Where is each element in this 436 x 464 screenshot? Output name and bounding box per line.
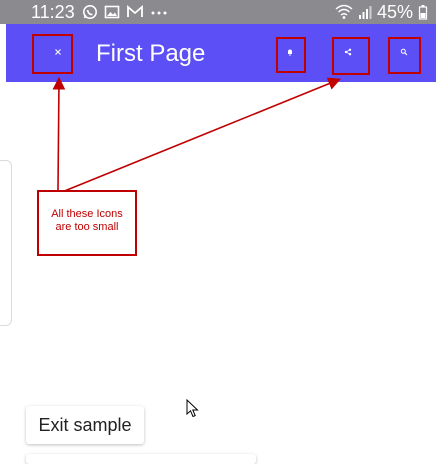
- signal-icon: [358, 6, 372, 19]
- page-title: First Page: [96, 40, 206, 67]
- annotation-callout: All these Icons are too small: [37, 190, 137, 256]
- status-system-icons: 45%: [335, 1, 428, 23]
- arrow-to-close-icon: [52, 76, 66, 191]
- arrow-to-share-icon: [61, 77, 341, 193]
- battery-percentage: 45%: [376, 2, 413, 22]
- bottom-button-partial[interactable]: [26, 454, 256, 464]
- status-bar: 11:23 45%: [0, 0, 436, 24]
- wifi-icon: [335, 4, 353, 19]
- more-dots-icon: [151, 11, 167, 15]
- status-notification-icons: [82, 3, 168, 21]
- exit-sample-button[interactable]: Exit sample: [26, 406, 144, 444]
- annotation-line-1: All these Icons: [51, 208, 123, 220]
- highlight-box-close-icon: [32, 34, 73, 74]
- highlight-box-share-icon: [332, 37, 370, 75]
- battery-icon: [418, 5, 428, 20]
- whatsapp-icon: [83, 5, 97, 19]
- gmail-icon: [127, 5, 143, 17]
- annotation-line-2: are too small: [55, 221, 119, 233]
- highlight-box-bell-icon: [276, 37, 306, 73]
- side-panel-edge: [0, 160, 12, 326]
- status-time: 11:23: [31, 2, 75, 22]
- highlight-box-search-icon: [388, 37, 421, 74]
- mouse-cursor-icon: [186, 399, 199, 418]
- gallery-icon: [104, 5, 120, 19]
